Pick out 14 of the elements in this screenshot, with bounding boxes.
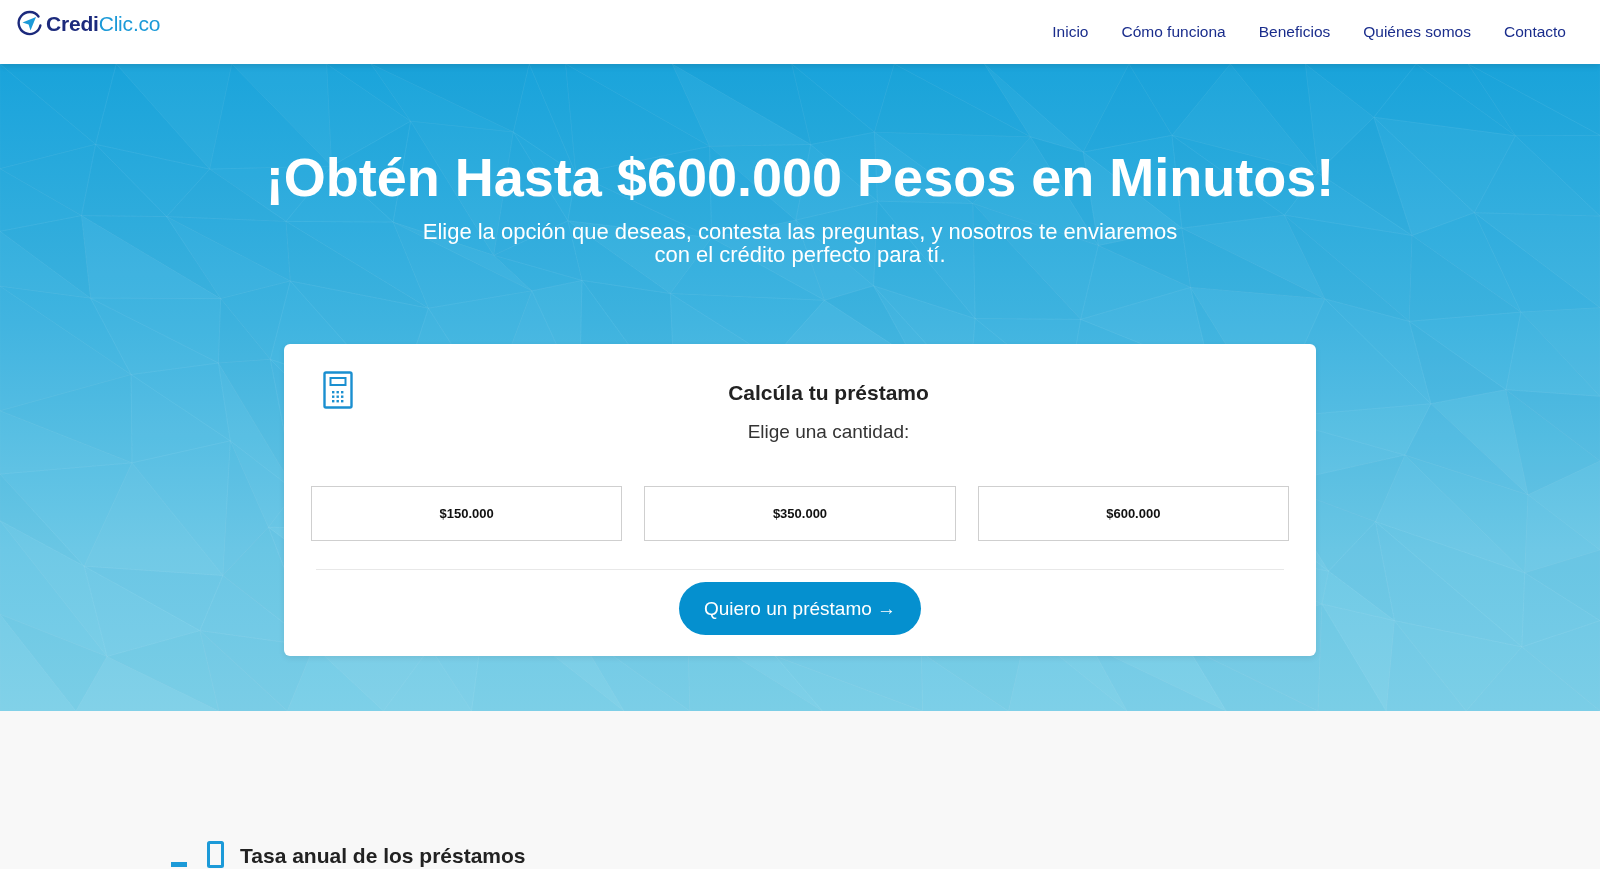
dash-icon bbox=[171, 862, 187, 867]
nav-link[interactable]: Inicio bbox=[1052, 22, 1089, 42]
logo-text[interactable]: CrediClic.co bbox=[46, 10, 161, 37]
calculator-title: Calcúla tu préstamo bbox=[728, 380, 929, 406]
phone-icon bbox=[207, 841, 224, 868]
nav-link[interactable]: Beneficios bbox=[1258, 22, 1331, 42]
hero-title: ¡Obtén Hasta $600.000 Pesos en Minutos! bbox=[265, 146, 1335, 209]
nav-link[interactable]: Quiénes somos bbox=[1363, 22, 1471, 42]
hero-subtitle: Elige la opción que deseas, contesta las preguntas, y nosotros te enviaremos con el crédito perfecto para tí. bbox=[421, 220, 1179, 266]
nav-link[interactable]: Contacto bbox=[1503, 22, 1566, 42]
amount-prompt: Elige una cantidad: bbox=[747, 420, 910, 444]
rates-heading: Tasa anual de los préstamos bbox=[240, 843, 526, 868]
logo-plane-icon bbox=[16, 10, 43, 37]
nav-link[interactable]: Cómo funciona bbox=[1121, 22, 1226, 42]
